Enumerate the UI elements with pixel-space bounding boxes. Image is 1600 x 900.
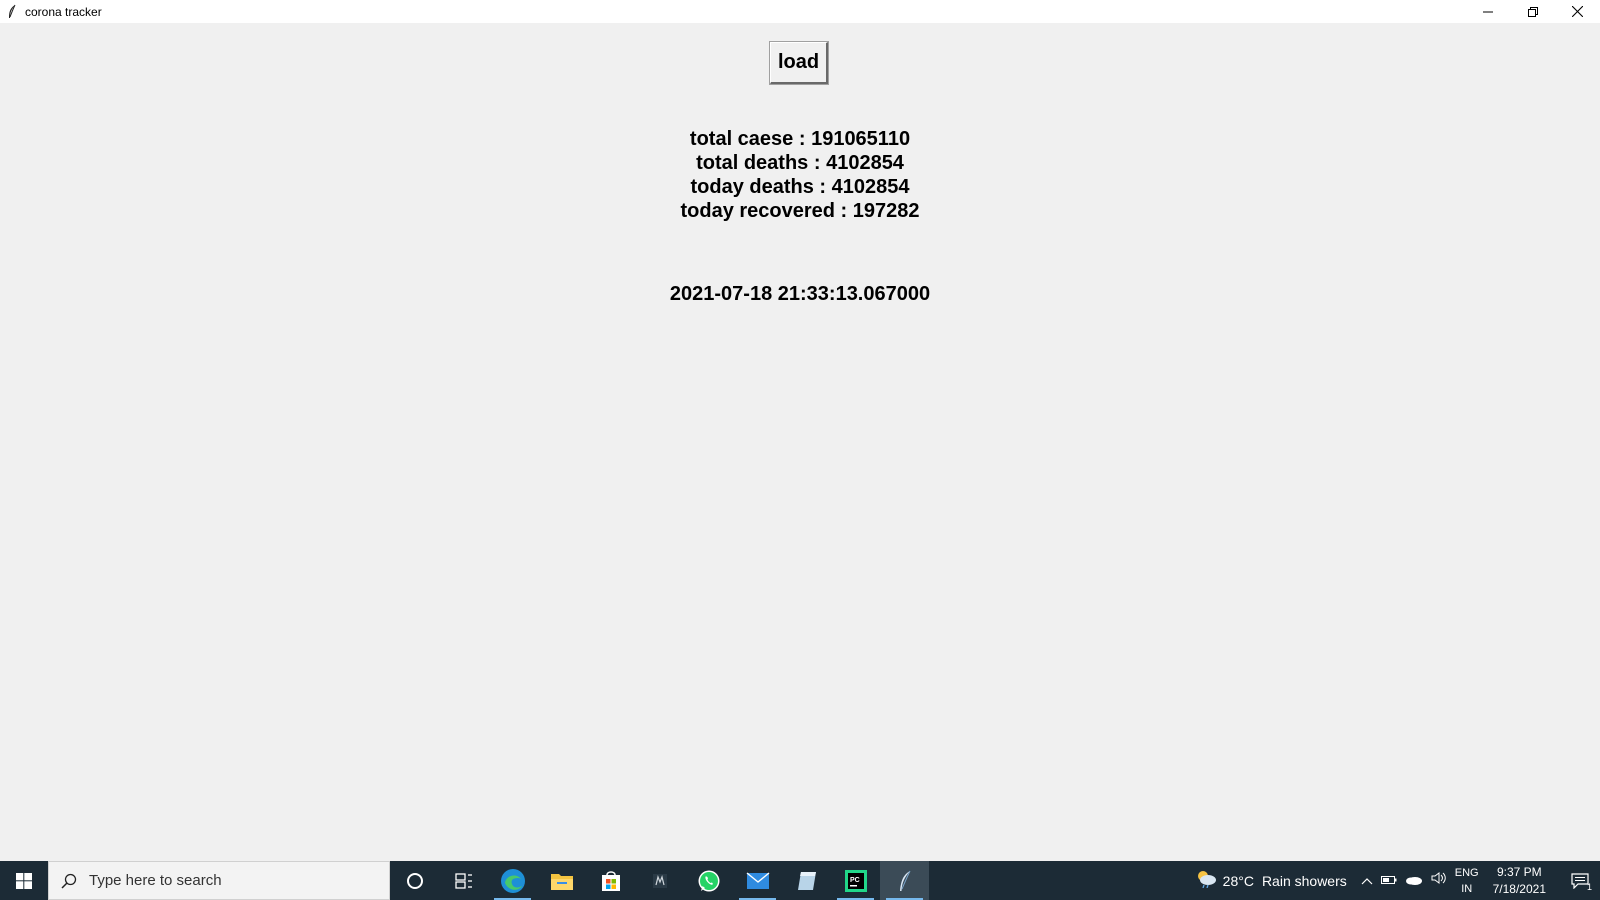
load-button[interactable]: load [769,41,829,85]
file-explorer-icon [550,873,573,890]
start-button[interactable] [0,861,48,900]
system-tray: 28°C Rain showers ENG IN 9:37 PM 7/18/20… [1195,861,1600,900]
total-cases-label: total caese : 191065110 [689,128,911,150]
onedrive-cloud-icon[interactable] [1405,872,1423,890]
edge-button[interactable] [488,861,537,900]
close-button[interactable] [1555,0,1600,23]
python-feather-button[interactable] [880,861,929,900]
volume-icon[interactable] [1431,871,1447,890]
rain-cloud-icon [1195,870,1217,891]
weather-condition: Rain showers [1261,872,1347,889]
language-region: IN [1461,882,1473,895]
action-center-button[interactable]: 1 [1560,872,1600,892]
store-icon [601,870,620,891]
feather-icon [5,4,19,20]
cortana-icon [406,872,423,889]
timestamp-label: 2021-07-18 21:33:13.067000 [669,283,931,305]
whatsapp-icon [698,870,719,891]
restore-icon [1527,6,1538,17]
pycharm-button[interactable]: PC [831,861,880,900]
tray-icons [1361,871,1447,890]
edge-icon [500,868,525,893]
task-view-icon [454,872,472,889]
notes-button[interactable] [782,861,831,900]
battery-icon[interactable] [1380,872,1397,890]
total-deaths-label: total deaths : 4102854 [696,152,904,174]
generic-app-button[interactable] [635,861,684,900]
search-placeholder: Type here to search [89,872,222,889]
whatsapp-button[interactable] [684,861,733,900]
restore-button[interactable] [1510,0,1555,23]
today-deaths-label: today deaths : 4102854 [690,176,910,198]
app-content: load total caese : 191065110 total death… [0,23,1600,861]
language-code: ENG [1454,866,1479,879]
chevron-up-icon[interactable] [1361,872,1373,890]
taskbar-search[interactable]: Type here to search [48,861,390,900]
clock-date: 7/18/2021 [1492,881,1546,896]
minimize-button[interactable] [1465,0,1510,23]
mail-button[interactable] [733,861,782,900]
windows-logo-icon [16,872,32,889]
pycharm-icon: PC [844,869,867,892]
cortana-button[interactable] [390,861,439,900]
file-explorer-button[interactable] [537,861,586,900]
notification-count-badge: 1 [1586,881,1592,892]
svg-text:PC: PC [850,877,860,884]
stats-panel: total caese : 191065110 total deaths : 4… [0,127,1600,223]
taskbar: Type here to search PC 28°C Rain showers… [0,861,1600,900]
clock-time: 9:37 PM [1496,864,1542,879]
language-indicator[interactable]: ENG IN [1455,865,1479,897]
python-feather-icon [899,870,910,891]
weather-temperature: 28°C [1222,872,1254,889]
notes-icon [797,871,816,890]
close-icon [1572,6,1583,17]
mail-icon [746,871,769,889]
window-title: corona tracker [25,4,102,19]
title-bar: corona tracker [0,0,1600,23]
task-view-button[interactable] [439,861,488,900]
weather-widget[interactable]: 28°C Rain showers [1195,870,1347,891]
search-icon [49,873,89,889]
store-button[interactable] [586,861,635,900]
window-controls [1465,0,1600,23]
clock[interactable]: 9:37 PM 7/18/2021 [1493,864,1546,898]
today-recovered-label: today recovered : 197282 [680,200,920,222]
minimize-icon [1482,11,1493,12]
app-icon [652,873,667,888]
